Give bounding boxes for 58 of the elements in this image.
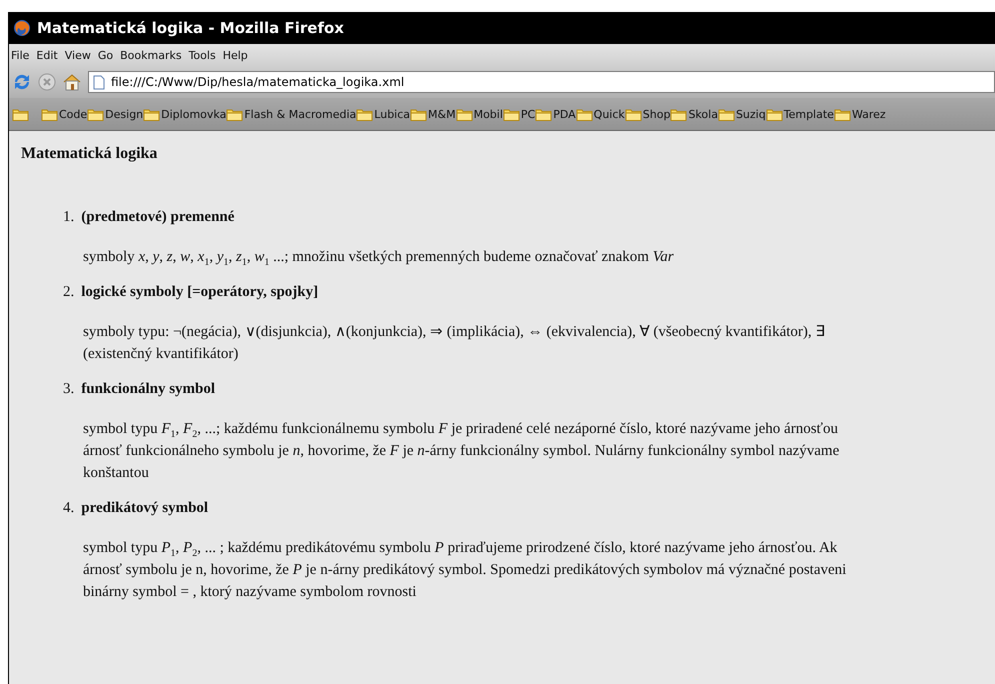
folder-icon: [456, 108, 473, 120]
folder-icon: [226, 108, 244, 120]
reload-icon[interactable]: [12, 72, 32, 92]
bookmark-link[interactable]: Shop: [642, 108, 670, 120]
bookmark-link[interactable]: Flash & Macromedia: [244, 108, 356, 120]
folder-icon: [718, 108, 735, 120]
bookmark-link[interactable]: PDA: [553, 108, 576, 120]
item-title: (predmetové) premenné: [81, 209, 234, 226]
bookmark-link[interactable]: Diplomovka: [161, 108, 226, 120]
item-paragraph: symboly x, y, z, w, x$_{1}$, y$_{1}$, z$_{1}$, w$_{1}$ ...; množinu všetkých premenných budeme označovať znakom Var: [82, 248, 675, 268]
bookmark-link[interactable]: Design: [105, 108, 144, 120]
document-icon: [93, 74, 105, 90]
home-icon[interactable]: [62, 73, 82, 91]
bookmark-link[interactable]: PC: [520, 108, 536, 120]
folder-icon: [502, 108, 520, 120]
folder-icon: [670, 108, 688, 120]
window-title: Matematická logika - Mozilla Firefox: [37, 19, 344, 37]
list-number: 2.: [63, 284, 74, 301]
bookmark-link[interactable]: Quick: [594, 108, 625, 120]
list-number: 1.: [63, 209, 74, 226]
folder-icon: [356, 108, 374, 120]
menu-item[interactable]: Go: [98, 48, 114, 62]
item-paragraph: symbol typu P$_{1}$, P$_{2}$, ... ; každému predikátovému symbolu P priraďujeme prirodzené číslo, ktoré nazývame jeho árnosťou. Ak árnosť symbolu je n, hovorime, že P je n-árny predikátový symbol. Spomedzi predikátových symbolov má význačné postaveni binárny symbol = , ktorý nazývame symbolom rovnosti: [82, 539, 848, 602]
menu-item[interactable]: Bookmarks: [120, 48, 182, 62]
bookmark-link[interactable]: Warez: [852, 108, 886, 120]
folder-icon: [535, 108, 552, 120]
list-number: 3.: [63, 381, 74, 398]
folder-icon: [624, 108, 642, 120]
folder-icon: [12, 108, 29, 120]
list-number: 4.: [63, 500, 74, 517]
bookmark-link[interactable]: Lubica: [374, 108, 410, 120]
bookmark-link[interactable]: Mobil: [474, 108, 503, 120]
stop-icon[interactable]: [38, 73, 56, 91]
folder-icon: [143, 108, 160, 120]
bookmark-link[interactable]: Skola: [688, 108, 718, 120]
item-paragraph: symbol typu F$_{1}$, F$_{2}$, ...; každému funkcionálnemu symbolu F je priradené celé nezáporné číslo, ktoré nazývame jeho árnosťou árnosť funkcionálneho symbolu je n, hovorime, že F je n-árny funkcionálny symbol. Nulárny funkcionálny symbol nazývame konštantou: [82, 420, 840, 483]
folder-icon: [834, 108, 851, 120]
item-paragraph: symboly typu: ¬(negácia), ∨(disjunkcia), ∧(konjunkcia), ⇒ (implikácia), ⇔ (ekvivalencia), ∀ (všeobecný kvantifikátor), ∃ (existenčný kvantifikátor): [82, 323, 826, 364]
menu-item[interactable]: File: [11, 48, 30, 62]
firefox-logo-icon: [13, 19, 31, 37]
bookmark-link[interactable]: Suziq: [736, 108, 766, 120]
menu-item[interactable]: Help: [222, 48, 248, 62]
item-title: funkcionálny symbol: [81, 381, 216, 398]
item-title: logické symboly [=operátory, spojky]: [81, 284, 318, 301]
folder-icon: [87, 108, 104, 120]
bookmark-link[interactable]: M&M: [428, 108, 456, 120]
item-title: predikátový symbol: [81, 500, 208, 517]
menu-item[interactable]: View: [64, 48, 91, 62]
folder-icon: [576, 108, 593, 120]
address-field[interactable]: file:///C:/Www/Dip/hesla/matematicka_logika.xml: [88, 71, 995, 93]
bookmark-link[interactable]: Code: [59, 108, 88, 120]
bookmark-link[interactable]: Template: [784, 108, 834, 120]
folder-icon: [41, 108, 58, 120]
folder-icon: [410, 108, 428, 120]
page-heading: Matematická logika: [21, 145, 158, 163]
menu-item[interactable]: Edit: [36, 48, 58, 62]
folder-icon: [766, 108, 783, 120]
menu-item[interactable]: Tools: [188, 48, 216, 62]
